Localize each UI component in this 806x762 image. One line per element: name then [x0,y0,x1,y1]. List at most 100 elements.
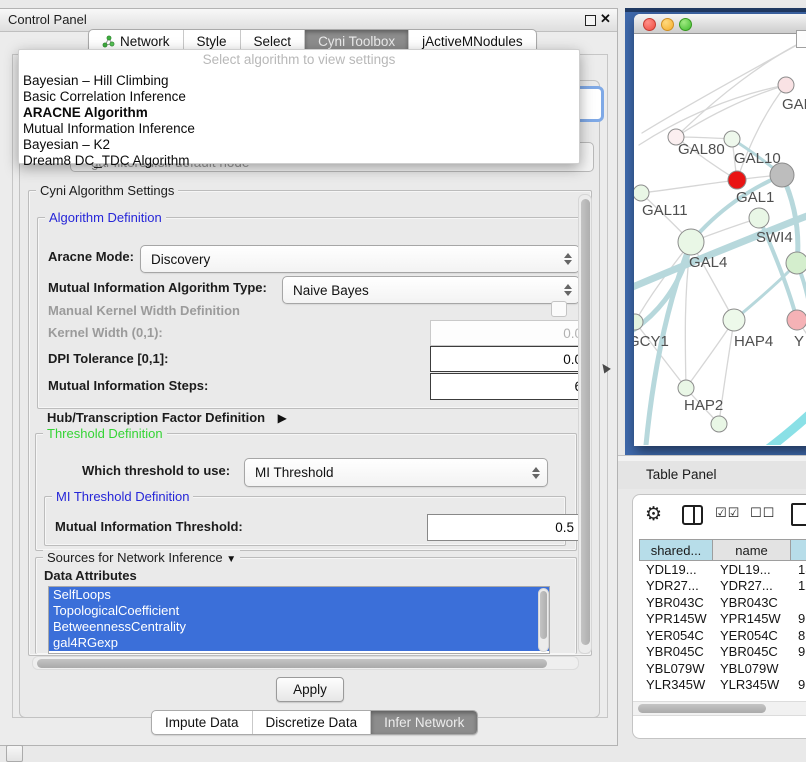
attribute-item-selfloops[interactable]: SelfLoops [49,587,549,603]
network-node[interactable] [634,314,643,330]
which-threshold-combo[interactable]: MI Threshold [244,458,548,487]
network-node[interactable] [724,131,740,147]
network-node[interactable] [678,229,704,255]
table-cell[interactable]: 8. [791,627,806,644]
attribute-item-gal4rgexp[interactable]: gal4RGexp [49,635,549,651]
tab-discretize-data[interactable]: Discretize Data [252,711,371,734]
table-row[interactable]: YDR27...YDR27...12 [639,578,806,595]
table-cell[interactable]: YLR345W [639,677,713,694]
apply-button[interactable]: Apply [276,677,344,702]
algorithm-option-bayesian-k2[interactable]: Bayesian – K2 [19,137,579,153]
dpi-tolerance-label: DPI Tolerance [0,1]: [48,351,168,366]
table-cell[interactable]: 13 [791,561,806,578]
table-cell[interactable]: 9. [791,677,806,694]
manual-kernel-checkbox[interactable] [551,301,567,317]
column-header-name[interactable]: name [713,539,791,561]
table-horizontal-scrollbar[interactable] [633,701,806,716]
function-builder-icon[interactable] [791,503,806,526]
table-cell[interactable]: YIL053C [639,693,713,697]
table-cell[interactable]: YBL079W [713,660,791,677]
table-cell[interactable]: YBR043C [713,594,791,611]
settings-horizontal-scrollbar[interactable] [32,656,579,670]
table-panel-title: Table Panel [646,467,717,482]
disclosure-expanded-icon[interactable]: ▼ [226,554,236,565]
algorithm-option-aracne-algorithm[interactable]: ARACNE Algorithm [19,105,579,121]
network-node[interactable] [678,380,694,396]
table-row[interactable]: YLR345WYLR345W9. [639,677,806,694]
algorithm-option-bayesian-hill-climbing[interactable]: Bayesian – Hill Climbing [19,73,579,89]
table-row[interactable]: YBR045CYBR045C9. [639,644,806,661]
close-traffic-light[interactable] [643,18,656,31]
network-edge[interactable] [686,320,734,388]
table-row[interactable]: YBL079WYBL079W [639,660,806,677]
table-cell[interactable]: YLR345W [713,677,791,694]
table-cell[interactable]: YPR145W [639,611,713,628]
table-row[interactable]: YER054CYER054C8. [639,627,806,644]
table-cell[interactable]: 9. [791,611,806,628]
close-icon[interactable]: ✕ [600,11,611,27]
table-cell[interactable]: YBR043C [639,594,713,611]
table-cell[interactable]: YER054C [639,627,713,644]
network-node[interactable] [787,310,806,330]
tab-infer-network[interactable]: Infer Network [370,711,477,734]
table-cell[interactable]: 9. [791,693,806,697]
network-canvas[interactable]: GAL7GAL80GAL10GAL1GAL11SWI4GAL4GCY1HAP4Y… [634,33,806,445]
network-node[interactable] [749,208,769,228]
gear-icon[interactable]: ⚙ [645,503,662,525]
settings-vertical-scrollbar[interactable] [578,194,592,654]
column-header-shared[interactable]: shared... [639,539,713,561]
collapsed-panel-button[interactable] [6,745,23,762]
table-cell[interactable]: YIL053C [713,693,791,697]
table-cell[interactable]: YDL19... [639,561,713,578]
hub-definition-disclosure[interactable]: Hub/Transcription Factor Definition ▶ [47,409,287,427]
table-cell[interactable]: 9. [791,644,806,661]
data-attributes-list[interactable]: SelfLoopsTopologicalCoefficientBetweenne… [48,586,550,654]
deselect-all-columns-icon[interactable]: ☐☐ [750,506,775,521]
network-edge[interactable] [641,180,737,193]
dpi-tolerance-input[interactable]: 0.0 [430,346,589,372]
algorithm-option-dream8-dc-tdc-algorithm[interactable]: Dream8 DC_TDC Algorithm [19,153,579,169]
table-cell[interactable]: YER054C [713,627,791,644]
table-cell[interactable]: YBR045C [639,644,713,661]
table-cell[interactable]: YPR145W [713,611,791,628]
network-node[interactable] [634,185,649,201]
tab-label: Impute Data [165,715,239,730]
network-edge[interactable] [676,85,786,137]
table-cell[interactable] [791,594,806,611]
mi-algorithm-type-combo[interactable]: Naive Bayes [282,276,580,304]
split-columns-icon[interactable] [682,505,703,525]
table-row[interactable]: YPR145WYPR145W9. [639,611,806,628]
network-node[interactable] [728,171,746,189]
zoom-traffic-light[interactable] [679,18,692,31]
network-node[interactable] [723,309,745,331]
algorithm-option-basic-correlation-inference[interactable]: Basic Correlation Inference [19,89,579,105]
column-header-a[interactable]: A [791,539,806,561]
attribute-item-betweennesscentrality[interactable]: BetweennessCentrality [49,619,549,635]
aracne-mode-combo[interactable]: Discovery [140,245,580,273]
algorithm-option-mutual-information-inference[interactable]: Mutual Information Inference [19,121,579,137]
float-window-icon[interactable] [585,15,596,26]
table-row[interactable]: YDL19...YDL19...13 [639,561,806,578]
table-cell[interactable]: YDL19... [713,561,791,578]
network-window-titlebar[interactable] [634,14,806,34]
network-node[interactable] [711,416,727,432]
minimize-traffic-light[interactable] [661,18,674,31]
table-row[interactable]: YIL053CYIL053C9. [639,693,806,697]
table-cell[interactable]: YDR27... [713,578,791,595]
table-cell[interactable] [791,660,806,677]
mi-threshold-input[interactable]: 0.5 [427,514,581,541]
kernel-width-input[interactable]: 0.0 [430,320,589,346]
table-cell[interactable]: YBR045C [713,644,791,661]
attribute-item-topologicalcoefficient[interactable]: TopologicalCoefficient [49,603,549,619]
table-cell[interactable]: YBL079W [639,660,713,677]
mi-steps-input[interactable]: 6 [430,373,589,400]
select-all-columns-icon[interactable]: ☑☑ [715,506,740,521]
network-node[interactable] [786,252,806,274]
network-edge[interactable] [752,391,806,445]
table-cell[interactable]: 12 [791,578,806,595]
table-cell[interactable]: YDR27... [639,578,713,595]
network-node[interactable] [778,77,794,93]
attributes-scrollbar[interactable] [538,588,549,652]
table-row[interactable]: YBR043CYBR043C [639,594,806,611]
tab-impute-data[interactable]: Impute Data [152,711,252,734]
